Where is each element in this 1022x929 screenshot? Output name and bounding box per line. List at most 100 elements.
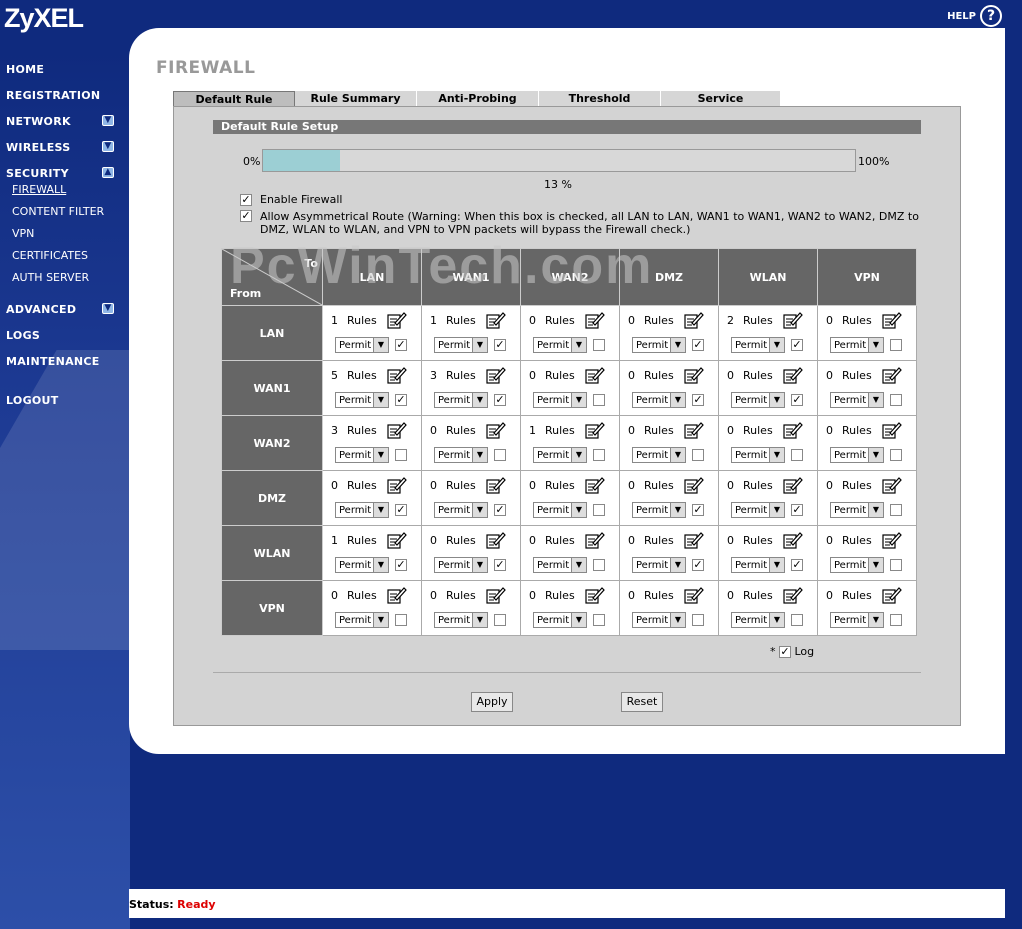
action-select[interactable]: Permit ▼ [434,337,488,353]
nav-certificates[interactable]: CERTIFICATES [12,249,88,262]
edit-rules-icon[interactable] [486,476,506,494]
log-checkbox[interactable]: ✓ [494,559,506,571]
action-select[interactable]: Permit ▼ [830,502,884,518]
reset-button[interactable]: Reset [621,692,663,712]
edit-rules-icon[interactable] [684,366,704,384]
nav-registration[interactable]: REGISTRATION [6,89,118,102]
edit-rules-icon[interactable] [882,421,902,439]
nav-logs[interactable]: LOGS [6,329,118,342]
edit-rules-icon[interactable] [684,421,704,439]
action-select[interactable]: Permit ▼ [335,557,389,573]
nav-advanced[interactable]: ADVANCED ▼ [6,303,118,316]
nav-vpn[interactable]: VPN [12,227,34,240]
log-checkbox[interactable]: ✓ [395,504,407,516]
edit-rules-icon[interactable] [585,476,605,494]
edit-rules-icon[interactable] [684,586,704,604]
edit-rules-icon[interactable] [882,586,902,604]
nav-firewall[interactable]: FIREWALL [12,183,66,196]
log-checkbox[interactable] [395,449,407,461]
log-checkbox[interactable] [890,614,902,626]
nav-wireless[interactable]: WIRELESS ▼ [6,141,118,154]
edit-rules-icon[interactable] [783,476,803,494]
action-select[interactable]: Permit ▼ [632,557,686,573]
nav-network[interactable]: NETWORK ▼ [6,115,118,128]
edit-rules-icon[interactable] [585,366,605,384]
nav-security[interactable]: SECURITY ▲ [6,167,118,180]
nav-logout[interactable]: LOGOUT [6,394,118,407]
chevron-down-icon[interactable]: ▼ [102,115,114,126]
log-checkbox[interactable] [890,449,902,461]
edit-rules-icon[interactable] [387,586,407,604]
edit-rules-icon[interactable] [783,586,803,604]
action-select[interactable]: Permit ▼ [533,502,587,518]
tab-anti-probing[interactable]: Anti-Probing [417,91,539,106]
action-select[interactable]: Permit ▼ [632,447,686,463]
log-checkbox[interactable] [593,449,605,461]
edit-rules-icon[interactable] [783,531,803,549]
action-select[interactable]: Permit ▼ [434,557,488,573]
action-select[interactable]: Permit ▼ [533,337,587,353]
log-checkbox[interactable] [593,559,605,571]
help-link[interactable]: HELP? [947,5,1002,27]
action-select[interactable]: Permit ▼ [335,392,389,408]
edit-rules-icon[interactable] [486,531,506,549]
log-checkbox[interactable]: ✓ [791,504,803,516]
log-checkbox[interactable]: ✓ [395,339,407,351]
log-checkbox[interactable]: ✓ [791,339,803,351]
tab-threshold[interactable]: Threshold [539,91,661,106]
edit-rules-icon[interactable] [882,311,902,329]
action-select[interactable]: Permit ▼ [830,337,884,353]
log-checkbox[interactable] [494,449,506,461]
edit-rules-icon[interactable] [486,421,506,439]
tab-rule-summary[interactable]: Rule Summary [295,91,417,106]
asymmetrical-route-checkbox[interactable]: ✓ [240,210,252,222]
log-checkbox[interactable] [593,614,605,626]
chevron-up-icon[interactable]: ▲ [102,167,114,178]
action-select[interactable]: Permit ▼ [533,557,587,573]
action-select[interactable]: Permit ▼ [830,557,884,573]
log-checkbox[interactable] [791,614,803,626]
action-select[interactable]: Permit ▼ [830,612,884,628]
edit-rules-icon[interactable] [882,531,902,549]
edit-rules-icon[interactable] [387,531,407,549]
chevron-down-icon[interactable]: ▼ [102,141,114,152]
action-select[interactable]: Permit ▼ [434,612,488,628]
action-select[interactable]: Permit ▼ [731,392,785,408]
action-select[interactable]: Permit ▼ [731,502,785,518]
tab-service[interactable]: Service [661,91,781,106]
log-checkbox[interactable] [890,339,902,351]
log-checkbox[interactable] [890,559,902,571]
action-select[interactable]: Permit ▼ [830,447,884,463]
log-checkbox[interactable]: ✓ [791,559,803,571]
log-checkbox[interactable]: ✓ [494,339,506,351]
edit-rules-icon[interactable] [783,421,803,439]
edit-rules-icon[interactable] [882,366,902,384]
log-checkbox[interactable]: ✓ [395,394,407,406]
log-checkbox[interactable] [692,614,704,626]
action-select[interactable]: Permit ▼ [434,447,488,463]
log-checkbox[interactable]: ✓ [395,559,407,571]
action-select[interactable]: Permit ▼ [335,502,389,518]
nav-home[interactable]: HOME [6,63,118,76]
log-checkbox[interactable]: ✓ [692,504,704,516]
edit-rules-icon[interactable] [486,586,506,604]
edit-rules-icon[interactable] [387,311,407,329]
log-checkbox[interactable]: ✓ [494,394,506,406]
action-select[interactable]: Permit ▼ [434,502,488,518]
action-select[interactable]: Permit ▼ [731,447,785,463]
edit-rules-icon[interactable] [684,311,704,329]
action-select[interactable]: Permit ▼ [830,392,884,408]
log-checkbox[interactable] [593,339,605,351]
edit-rules-icon[interactable] [585,311,605,329]
edit-rules-icon[interactable] [684,531,704,549]
log-checkbox[interactable] [692,449,704,461]
nav-maintenance[interactable]: MAINTENANCE [6,355,118,368]
chevron-down-icon[interactable]: ▼ [102,303,114,314]
log-checkbox[interactable]: ✓ [791,394,803,406]
edit-rules-icon[interactable] [585,421,605,439]
log-checkbox[interactable] [791,449,803,461]
action-select[interactable]: Permit ▼ [731,557,785,573]
action-select[interactable]: Permit ▼ [335,337,389,353]
log-checkbox[interactable] [494,614,506,626]
edit-rules-icon[interactable] [486,311,506,329]
